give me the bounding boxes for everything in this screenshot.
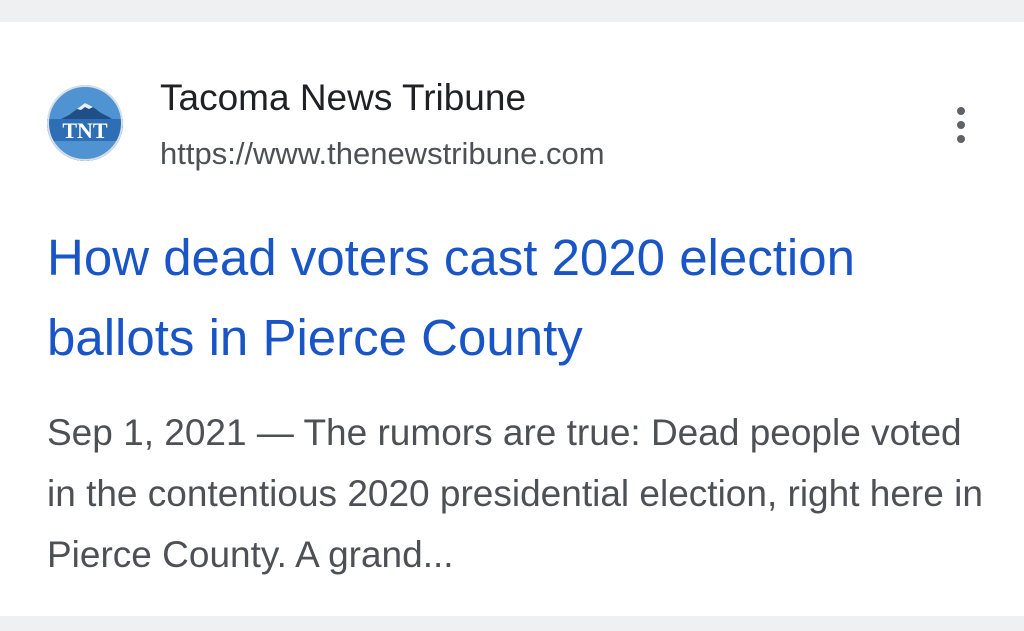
result-headline-link[interactable]: How dead voters cast 2020 election ballo…	[47, 218, 997, 378]
search-result-card: TNT Tacoma News Tribune https://www.then…	[0, 22, 1024, 616]
result-snippet: Sep 1, 2021 — The rumors are true: Dead …	[47, 412, 983, 575]
tnt-logo-letters: TNT	[62, 118, 108, 143]
tnt-logo-icon[interactable]: TNT	[47, 85, 123, 161]
tnt-logo-graphic: TNT	[47, 85, 123, 161]
site-url[interactable]: https://www.thenewstribune.com	[160, 135, 605, 173]
site-name[interactable]: Tacoma News Tribune	[160, 76, 526, 120]
more-vert-icon[interactable]	[944, 102, 978, 148]
menu-dot	[957, 121, 965, 129]
menu-dot	[957, 135, 965, 143]
menu-dot	[957, 107, 965, 115]
